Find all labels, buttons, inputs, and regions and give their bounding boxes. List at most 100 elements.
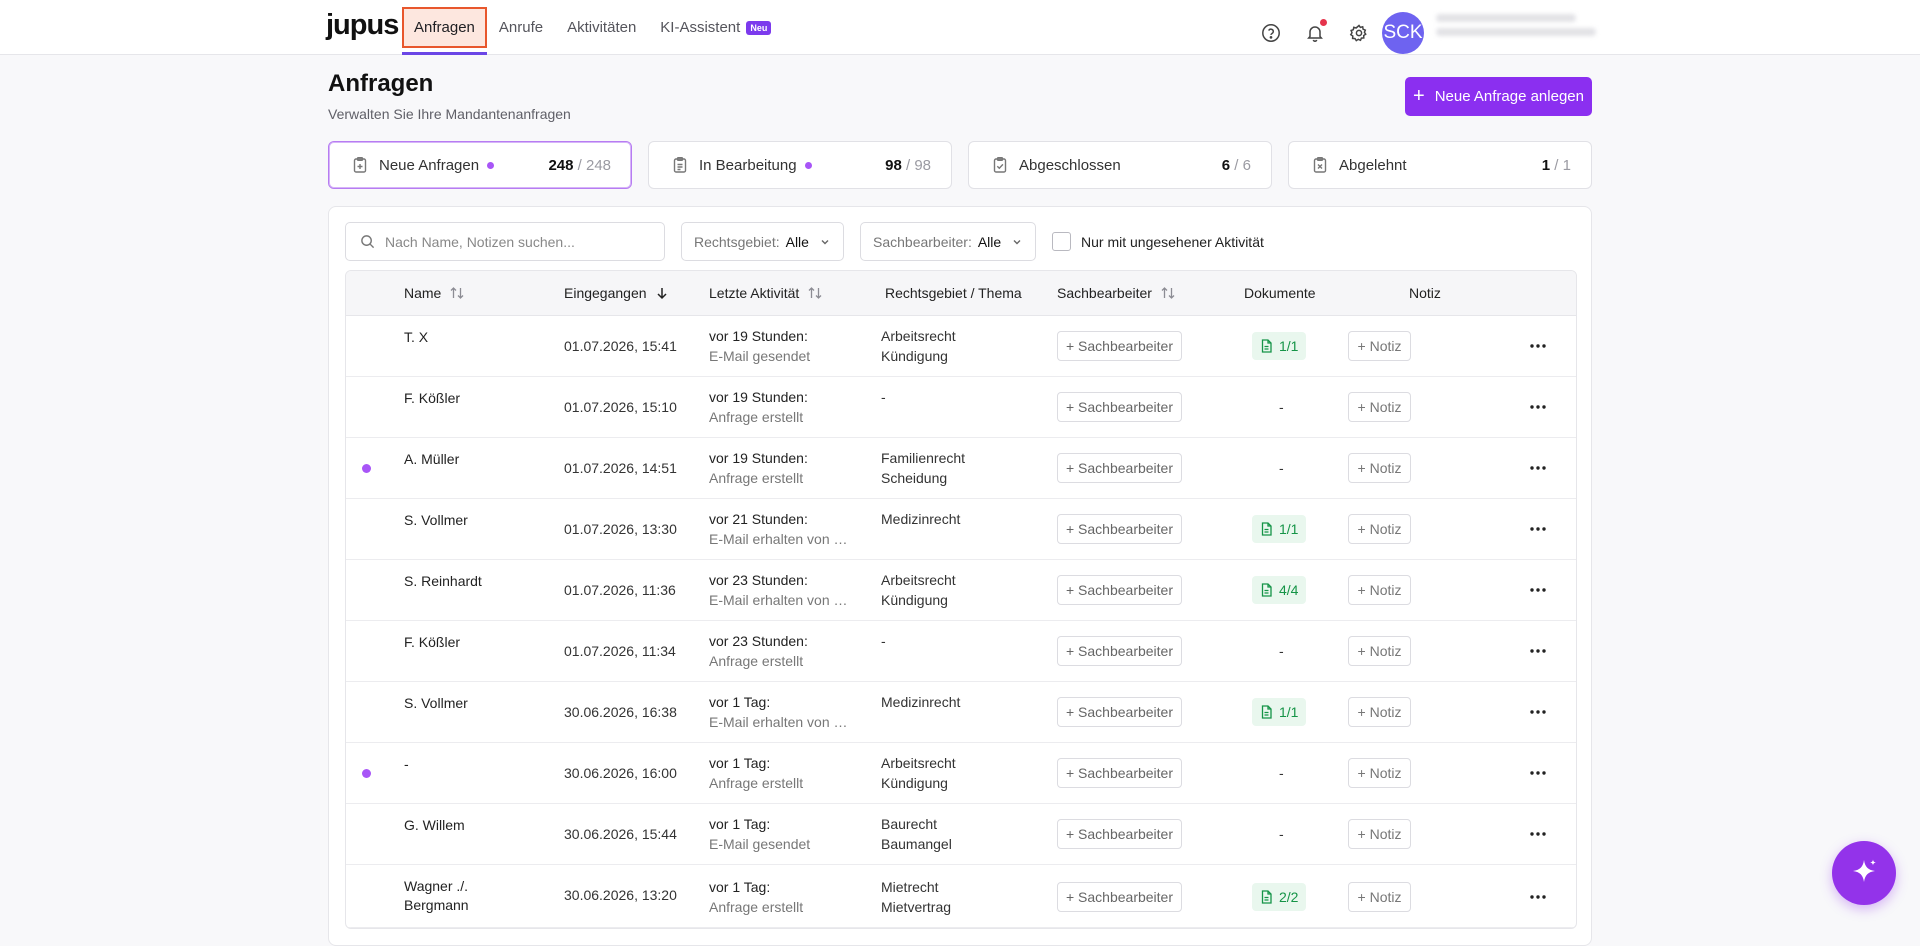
add-note-button[interactable]: + Notiz	[1348, 514, 1411, 544]
assign-handler-button[interactable]: + Sachbearbeiter	[1057, 819, 1182, 849]
status-card-abgeschlossen[interactable]: Abgeschlossen 6 / 6	[968, 141, 1272, 189]
status-card-abgelehnt[interactable]: Abgelehnt 1 / 1	[1288, 141, 1592, 189]
status-card-neue-anfragen[interactable]: Neue Anfragen 248 / 248	[328, 141, 632, 189]
table-row[interactable]: G. Willem 30.06.2026, 15:44 vor 1 Tag: E-Ma…	[346, 804, 1576, 865]
column-header-sachbearbeiter[interactable]: Sachbearbeiter	[1057, 285, 1176, 301]
table-row[interactable]: F. Kößler 01.07.2026, 15:10 vor 19 Stunden…	[346, 377, 1576, 438]
ai-assistant-button[interactable]	[1832, 841, 1896, 905]
request-name[interactable]: S. Vollmer	[404, 694, 514, 713]
row-actions-button[interactable]	[1526, 517, 1550, 541]
add-note-button[interactable]: + Notiz	[1348, 331, 1411, 361]
documents-badge[interactable]: 4/4	[1252, 576, 1307, 604]
table-row[interactable]: F. Kößler 01.07.2026, 11:34 vor 23 Stunden…	[346, 621, 1576, 682]
new-request-button[interactable]: + Neue Anfrage anlegen	[1405, 77, 1592, 116]
request-name[interactable]: F. Kößler	[404, 633, 514, 652]
add-note-button[interactable]: + Notiz	[1348, 636, 1411, 666]
sort-desc-icon	[655, 286, 669, 300]
documents-badge[interactable]: 2/2	[1252, 883, 1307, 911]
documents-badge[interactable]: 1/1	[1252, 332, 1307, 360]
user-avatar[interactable]: SCK	[1382, 12, 1424, 54]
unseen-activity-filter[interactable]: Nur mit ungesehener Aktivität	[1052, 232, 1264, 251]
add-note-button[interactable]: + Notiz	[1348, 882, 1411, 912]
request-name[interactable]: G. Willem	[404, 816, 514, 835]
documents-badge[interactable]: 1/1	[1252, 698, 1307, 726]
documents-empty: -	[1279, 643, 1284, 659]
document-icon	[1260, 522, 1273, 536]
assign-handler-button[interactable]: + Sachbearbeiter	[1057, 331, 1182, 361]
assign-handler-button[interactable]: + Sachbearbeiter	[1057, 636, 1182, 666]
search-input[interactable]	[385, 233, 645, 250]
table-row[interactable]: T. X 01.07.2026, 15:41 vor 19 Stunden: E-Ma…	[346, 316, 1576, 377]
row-actions-button[interactable]	[1526, 578, 1550, 602]
nav-item-label: Anrufe	[498, 19, 544, 36]
unseen-activity-checkbox[interactable]	[1052, 232, 1071, 251]
request-name[interactable]: A. Müller	[404, 450, 514, 469]
more-icon	[1530, 649, 1546, 653]
assign-handler-button[interactable]: + Sachbearbeiter	[1057, 697, 1182, 727]
row-actions-button[interactable]	[1526, 822, 1550, 846]
gear-icon	[1349, 24, 1367, 42]
add-note-button[interactable]: + Notiz	[1348, 819, 1411, 849]
nav-item-anrufe[interactable]: Anrufe	[487, 0, 555, 55]
row-actions-button[interactable]	[1526, 700, 1550, 724]
add-note-button[interactable]: + Notiz	[1348, 758, 1411, 788]
request-name[interactable]: -	[404, 755, 514, 774]
assign-handler-button[interactable]: + Sachbearbeiter	[1057, 882, 1182, 912]
assign-handler-button[interactable]: + Sachbearbeiter	[1057, 392, 1182, 422]
assign-handler-button[interactable]: + Sachbearbeiter	[1057, 514, 1182, 544]
row-actions-button[interactable]	[1526, 395, 1550, 419]
activity-description: E-Mail erhalten von …	[709, 592, 848, 608]
column-header-letzte-aktivitaet[interactable]: Letzte Aktivität	[709, 285, 823, 301]
notifications-button[interactable]	[1300, 18, 1330, 48]
nav-item-aktivitaeten[interactable]: Aktivitäten	[555, 0, 648, 55]
row-actions-button[interactable]	[1526, 456, 1550, 480]
add-note-button[interactable]: + Notiz	[1348, 575, 1411, 605]
app-logo[interactable]: jupus	[326, 9, 399, 42]
request-name[interactable]: Wagner ./. Bergmann	[404, 877, 514, 915]
nav-item-ki-assistent[interactable]: KI-Assistent Neu	[648, 0, 783, 55]
activity-time: vor 21 Stunden:	[709, 511, 808, 527]
table-row[interactable]: S. Vollmer 01.07.2026, 13:30 vor 21 Stunde…	[346, 499, 1576, 560]
table-row[interactable]: Wagner ./. Bergmann 30.06.2026, 13:20 vor …	[346, 865, 1576, 928]
assign-handler-button[interactable]: + Sachbearbeiter	[1057, 453, 1182, 483]
page-subtitle: Verwalten Sie Ihre Mandantenanfragen	[328, 106, 571, 122]
row-actions-button[interactable]	[1526, 885, 1550, 909]
nav-item-anfragen[interactable]: Anfragen	[402, 0, 487, 55]
assign-handler-button[interactable]: + Sachbearbeiter	[1057, 575, 1182, 605]
request-name[interactable]: S. Reinhardt	[404, 572, 514, 591]
row-actions-button[interactable]	[1526, 334, 1550, 358]
request-name[interactable]: T. X	[404, 328, 514, 347]
help-button[interactable]	[1256, 18, 1286, 48]
add-note-button[interactable]: + Notiz	[1348, 453, 1411, 483]
sort-icon	[807, 286, 823, 300]
status-card-label: Abgeschlossen	[1019, 156, 1121, 174]
plus-icon: +	[1413, 85, 1425, 107]
table-row[interactable]: - 30.06.2026, 16:00 vor 1 Tag: Anfrage erst…	[346, 743, 1576, 804]
column-header-name[interactable]: Name	[404, 285, 465, 301]
status-card-label: Neue Anfragen	[379, 156, 480, 174]
assign-handler-button[interactable]: + Sachbearbeiter	[1057, 758, 1182, 788]
requests-table: Name Eingegangen Letzte Aktivität Rechts…	[345, 270, 1577, 929]
status-total: / 6	[1230, 156, 1251, 174]
request-name[interactable]: F. Kößler	[404, 389, 514, 408]
settings-button[interactable]	[1344, 18, 1374, 48]
search-box[interactable]	[345, 222, 665, 261]
activity-description: Anfrage erstellt	[709, 775, 804, 791]
status-card-in-bearbeitung[interactable]: In Bearbeitung 98 / 98	[648, 141, 952, 189]
column-header-eingegangen[interactable]: Eingegangen	[564, 285, 669, 301]
row-actions-button[interactable]	[1526, 761, 1550, 785]
activity-time: vor 1 Tag:	[709, 755, 771, 771]
table-row[interactable]: S. Vollmer 30.06.2026, 16:38 vor 1 Tag: E-M…	[346, 682, 1576, 743]
user-info-blurred[interactable]	[1436, 14, 1596, 44]
add-note-button[interactable]: + Notiz	[1348, 697, 1411, 727]
sachbearbeiter-filter[interactable]: Sachbearbeiter: Alle	[860, 222, 1037, 261]
request-name[interactable]: S. Vollmer	[404, 511, 514, 530]
rechtsgebiet-filter[interactable]: Rechtsgebiet: Alle	[681, 222, 844, 261]
table-row[interactable]: S. Reinhardt 01.07.2026, 11:36 vor 23 Stun…	[346, 560, 1576, 621]
documents-badge[interactable]: 1/1	[1252, 515, 1307, 543]
add-note-button[interactable]: + Notiz	[1348, 392, 1411, 422]
table-row[interactable]: A. Müller 01.07.2026, 14:51 vor 19 Stunden…	[346, 438, 1576, 499]
clipboard-x-icon	[1311, 156, 1329, 174]
legal-topic: Kündigung	[881, 592, 948, 608]
row-actions-button[interactable]	[1526, 639, 1550, 663]
